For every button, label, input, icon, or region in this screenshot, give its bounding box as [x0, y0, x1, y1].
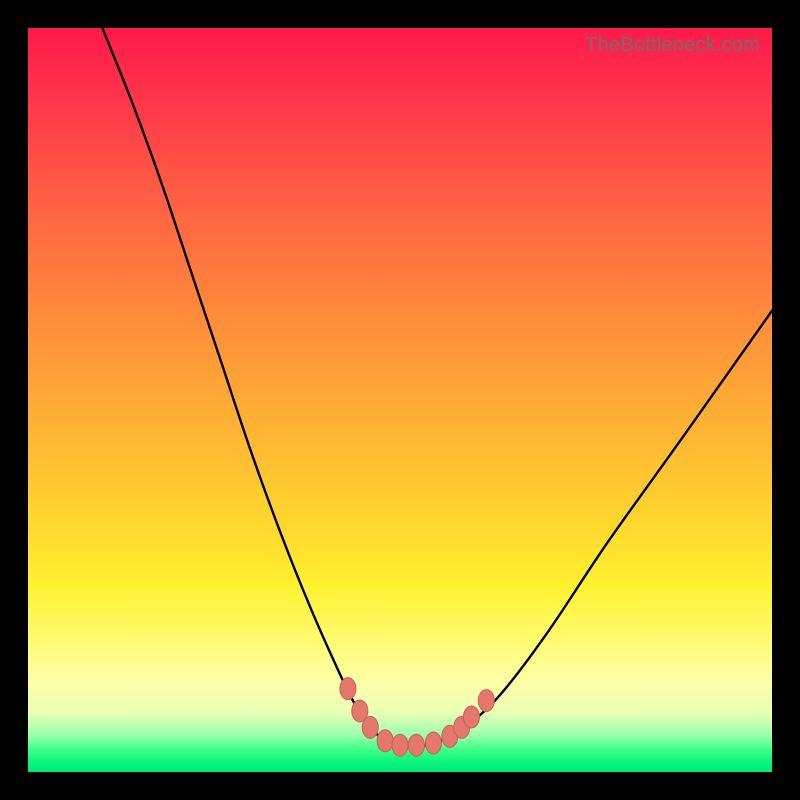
plot-area: TheBottleneck.com: [28, 28, 772, 772]
valley-marker: [425, 732, 441, 754]
outer-frame: TheBottleneck.com: [0, 0, 800, 800]
valley-marker: [408, 734, 424, 756]
valley-marker: [392, 734, 408, 756]
bottleneck-curve: [28, 28, 772, 772]
valley-marker: [463, 706, 479, 728]
valley-markers: [340, 678, 494, 757]
valley-marker: [377, 730, 393, 752]
valley-marker: [340, 678, 356, 700]
valley-marker: [362, 716, 378, 738]
curve-path: [102, 28, 772, 746]
valley-marker: [478, 690, 494, 712]
